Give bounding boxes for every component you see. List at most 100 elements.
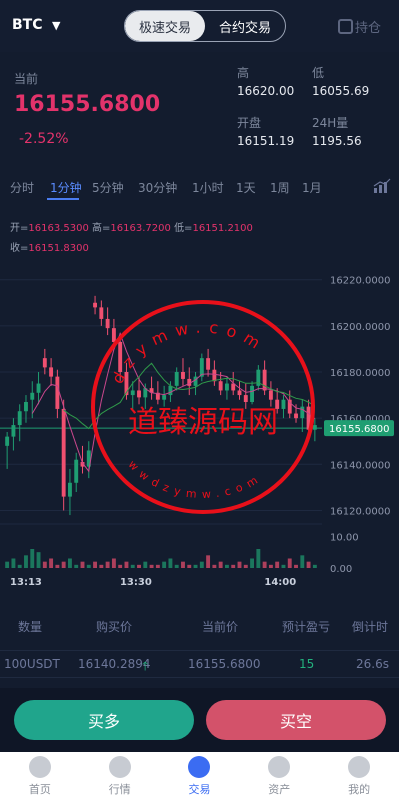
- volume-bar: [231, 564, 236, 568]
- candle-body: [275, 399, 280, 409]
- candle-body: [312, 425, 317, 430]
- volume-bar: [111, 558, 116, 568]
- candle-body: [36, 383, 41, 393]
- candle-body: [130, 390, 135, 396]
- volume-bar: [5, 561, 10, 568]
- volume-bar: [42, 561, 47, 568]
- candle-body: [74, 459, 79, 483]
- volume-bar: [105, 561, 110, 568]
- kline-chart[interactable]: 16220.000016200.000016180.000016160.0000…: [0, 252, 399, 592]
- nav-market[interactable]: 行情: [80, 752, 160, 804]
- row-current-price: 16155.6800: [188, 657, 261, 671]
- volume-bar: [137, 564, 141, 568]
- volume-bar: [30, 549, 35, 568]
- volume-bar: [312, 564, 317, 568]
- candle-body: [268, 390, 273, 400]
- volume-bar: [61, 561, 66, 568]
- tab-30min[interactable]: 30分钟: [138, 179, 177, 196]
- y-tick-label: 16220.0000: [330, 276, 390, 287]
- candle-body: [111, 328, 116, 342]
- volume-bar: [187, 564, 192, 568]
- tab-1month[interactable]: 1月: [302, 179, 322, 196]
- tab-1min[interactable]: 1分钟: [50, 179, 82, 196]
- tab-1week[interactable]: 1周: [270, 179, 290, 196]
- candle-body: [118, 342, 123, 372]
- col-current-price: 当前价: [202, 620, 239, 634]
- candle-body: [212, 369, 217, 382]
- nav-assets[interactable]: 资产: [239, 752, 319, 804]
- candle-body: [168, 385, 173, 396]
- chevron-down-icon[interactable]: ▼: [52, 19, 60, 32]
- row-buy-price: 16140.2894: [78, 657, 151, 671]
- holding-button[interactable]: 持仓: [338, 17, 381, 36]
- volume-bar: [300, 555, 305, 568]
- candle-body: [224, 383, 229, 391]
- volume-bar: [181, 561, 185, 568]
- volume-bar: [294, 564, 298, 568]
- candle-body: [11, 425, 16, 437]
- trade-mode-switch: 极速交易 合约交易: [124, 10, 286, 42]
- candle-body: [174, 372, 179, 386]
- tab-5min[interactable]: 5分钟: [92, 179, 124, 196]
- price-change: -2.52%: [19, 131, 69, 147]
- volume-bar: [74, 564, 79, 568]
- volume-bar: [17, 564, 22, 568]
- tab-timeline[interactable]: 分时: [10, 179, 34, 196]
- buy-short-button[interactable]: 买空: [206, 700, 386, 740]
- candle-body: [30, 392, 35, 400]
- buy-long-button[interactable]: 买多: [14, 700, 194, 740]
- low-label: 低: [312, 66, 325, 80]
- candle-body: [49, 367, 54, 377]
- candle-body: [93, 302, 98, 308]
- candle-body: [237, 390, 242, 396]
- holding-label: 持仓: [355, 21, 382, 36]
- low-value: 16055.69: [312, 84, 370, 98]
- volume-bar: [99, 564, 104, 568]
- moving-average-line: [31, 332, 316, 473]
- ohlc-high: 16163.7200: [110, 223, 171, 234]
- volume-bar: [11, 558, 16, 568]
- bottom-nav: 首页 行情 交易 资产 我的: [0, 752, 399, 804]
- timeframe-tabs: 分时 1分钟 5分钟 30分钟 1小时 1天 1周 1月: [0, 176, 399, 198]
- candle-body: [294, 413, 298, 419]
- volume-bar: [55, 564, 60, 568]
- volume-bar: [162, 561, 167, 568]
- candle-body: [206, 358, 211, 370]
- volume-bar: [93, 561, 98, 568]
- volume-bar: [268, 564, 273, 568]
- tab-1hour[interactable]: 1小时: [192, 179, 224, 196]
- volume-bar: [130, 564, 135, 568]
- nav-home[interactable]: 首页: [0, 752, 80, 804]
- row-amount: 100USDT: [4, 657, 60, 671]
- nav-trade[interactable]: 交易: [160, 752, 240, 804]
- user-icon: [348, 756, 371, 778]
- volume-tick-label: 10.00: [330, 532, 359, 543]
- candle-body: [262, 369, 267, 391]
- tab-1day[interactable]: 1天: [236, 179, 256, 196]
- volume-bar: [250, 558, 255, 568]
- ohlc-line-1: 开=16163.5300 高=16163.7200 低=16151.2100: [10, 219, 253, 234]
- candle-body: [243, 395, 248, 402]
- order-table-header: 数量 购买价 当前价 预计盈亏 倒计时: [0, 614, 399, 638]
- candle-body: [61, 408, 66, 497]
- volume-bar: [24, 555, 28, 568]
- market-icon: [108, 756, 131, 778]
- indicator-icon[interactable]: [373, 178, 391, 194]
- volume-bar: [193, 564, 198, 568]
- tab-fast-trade[interactable]: 极速交易: [125, 11, 205, 41]
- volume-bar: [287, 558, 292, 568]
- holding-icon: [338, 19, 353, 34]
- tab-contract-trade[interactable]: 合约交易: [205, 11, 285, 41]
- candle-body: [137, 390, 141, 398]
- symbol-label[interactable]: BTC: [12, 17, 43, 33]
- candle-body: [17, 411, 22, 426]
- volume-bar: [212, 564, 217, 568]
- volume-bar: [67, 558, 72, 568]
- table-row[interactable]: 100USDT 16140.2894 🡑 16155.6800 15 26.6s: [0, 650, 399, 678]
- volume-bar: [218, 561, 223, 568]
- volume-bar: [243, 564, 248, 568]
- volume-bar: [80, 561, 85, 568]
- nav-profile[interactable]: 我的: [319, 752, 399, 804]
- trade-icon: [188, 756, 211, 778]
- ohlc-open-label: 开=: [10, 223, 29, 234]
